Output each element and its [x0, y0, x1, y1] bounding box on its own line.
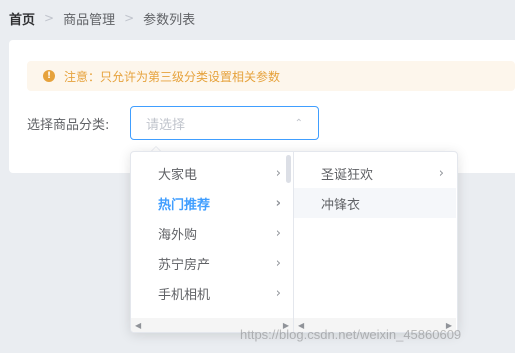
- breadcrumb-home[interactable]: 首页: [9, 9, 35, 28]
- breadcrumb: 首页 > 商品管理 > 参数列表: [9, 9, 196, 28]
- category-form-row: 选择商品分类: 请选择 ⌃: [27, 104, 319, 142]
- cascader-menu-level1: 大家电 › 热门推荐 › 海外购 › 苏宁房产 › 手机相机 › ◀ ▶: [131, 152, 294, 332]
- chevron-right-icon: ›: [275, 195, 281, 211]
- cascader-option[interactable]: 苏宁房产 ›: [131, 248, 293, 278]
- chevron-right-icon: >: [124, 11, 135, 25]
- chevron-right-icon: ›: [275, 255, 281, 271]
- chevron-right-icon: ›: [275, 165, 281, 181]
- cascader-option-active[interactable]: 热门推荐 ›: [131, 188, 293, 218]
- chevron-right-icon: >: [44, 11, 55, 25]
- warning-alert: ! 注意：只允许为第三级分类设置相关参数: [27, 61, 515, 91]
- scroll-left-icon[interactable]: ◀: [135, 321, 141, 330]
- chevron-right-icon: ›: [438, 165, 444, 181]
- category-label: 选择商品分类:: [27, 117, 110, 133]
- menu-scrollbar[interactable]: [286, 155, 291, 183]
- breadcrumb-section[interactable]: 商品管理: [63, 9, 115, 28]
- cascader-dropdown: 大家电 › 热门推荐 › 海外购 › 苏宁房产 › 手机相机 › ◀ ▶ 圣诞狂…: [130, 151, 458, 333]
- cascader-menu-level2: 圣诞狂欢 › 冲锋衣 ◀ ▶: [294, 152, 456, 332]
- chevron-right-icon: ›: [275, 225, 281, 241]
- chevron-right-icon: ›: [275, 285, 281, 301]
- exclamation-icon: !: [43, 70, 55, 82]
- breadcrumb-current: 参数列表: [143, 12, 196, 28]
- option-label: 手机相机: [158, 287, 211, 303]
- option-label: 圣诞狂欢: [321, 167, 374, 183]
- chevron-up-icon: ⌃: [294, 117, 303, 129]
- cascader-placeholder: 请选择: [146, 117, 186, 133]
- cascader-option[interactable]: 大家电 ›: [131, 158, 293, 188]
- alert-text: 注意：只允许为第三级分类设置相关参数: [64, 69, 281, 84]
- cascader-option[interactable]: 手机相机 ›: [131, 278, 293, 308]
- cascader-option[interactable]: 海外购 ›: [131, 218, 293, 248]
- option-label: 大家电: [158, 167, 198, 183]
- cascader-option-hover[interactable]: 冲锋衣: [294, 188, 456, 218]
- watermark-text: https://blog.csdn.net/weixin_45860609: [240, 327, 462, 342]
- option-label: 冲锋衣: [321, 197, 361, 213]
- option-label: 热门推荐: [158, 197, 211, 213]
- cascader-option[interactable]: 圣诞狂欢 ›: [294, 158, 456, 188]
- option-label: 苏宁房产: [158, 257, 211, 273]
- category-cascader-input[interactable]: 请选择 ⌃: [130, 106, 319, 140]
- option-label: 海外购: [158, 227, 198, 243]
